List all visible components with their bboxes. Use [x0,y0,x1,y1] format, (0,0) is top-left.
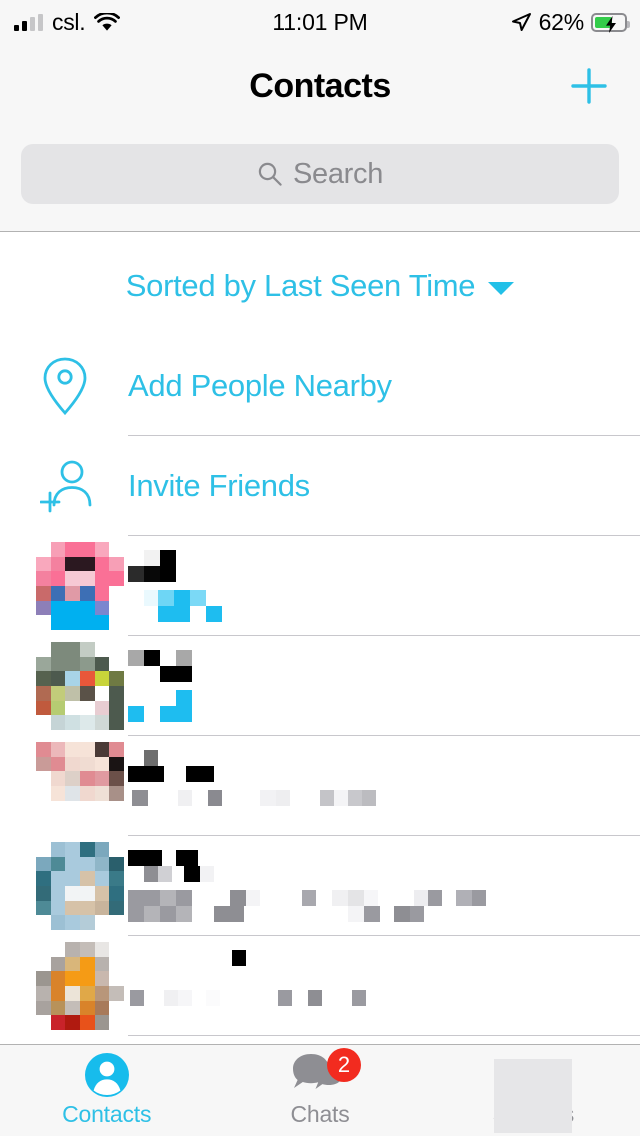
tab-contacts-icon-wrap [84,1053,130,1097]
avatar [36,642,124,730]
search-placeholder: Search [292,157,384,190]
sort-label: Sorted by Last Seen Time [125,268,476,303]
redacted-pixel-row [128,650,192,666]
redacted-pixel-row [128,950,246,966]
tab-bar: Contacts 2 Chats Settings [0,1044,640,1136]
redacted-pixel-row [128,606,222,622]
status-bar: csl. 11:01 PM 62% [0,0,640,44]
page-title: Contacts [249,66,391,105]
redacted-pixel-row [128,706,192,722]
navigation-bar: Contacts Search [0,44,640,232]
contact-row[interactable] [0,536,640,636]
chevron-down-icon [488,281,515,295]
location-arrow-icon [511,13,531,31]
status-bar-right: 62% [510,0,630,44]
tab-chats-icon-wrap: 2 [292,1048,361,1097]
tab-chats[interactable]: 2 Chats [213,1045,426,1136]
battery-icon [591,12,630,33]
search-icon [258,162,282,186]
redacted-pixel-row [128,666,192,682]
redacted-pixel-row [128,766,214,782]
tab-settings[interactable]: Settings [427,1045,640,1136]
redacted-pixel-row [128,850,198,866]
gear-icon [494,1059,573,1133]
redacted-pixel-row [128,690,192,706]
invite-friends-label: Invite Friends [128,468,310,503]
add-contact-button[interactable] [566,63,612,109]
contact-row[interactable] [0,936,640,1036]
avatar [36,542,124,630]
contact-row[interactable] [0,736,640,836]
redacted-pixel-row [128,750,174,766]
redacted-pixel-row [128,590,206,606]
contact-row[interactable] [0,636,640,736]
person-circle-icon [84,1053,129,1097]
redacted-pixel-row [128,790,376,806]
avatar [36,742,124,830]
redacted-pixel-row [128,566,176,582]
tab-chats-label: Chats [290,1101,350,1127]
add-people-nearby-label: Add People Nearby [128,368,392,403]
redacted-pixel-row [128,550,176,566]
tab-contacts-label: Contacts [62,1101,152,1127]
sort-selector[interactable]: Sorted by Last Seen Time [0,255,640,317]
redacted-pixel-row [128,906,424,922]
invite-friends-row[interactable]: Invite Friends [0,436,640,536]
chats-unread-badge: 2 [326,1048,361,1082]
redacted-pixel-row [128,866,214,882]
row-divider [128,1035,640,1036]
search-input[interactable]: Search [21,144,619,204]
tab-contacts[interactable]: Contacts [0,1045,213,1136]
person-add-icon [40,460,92,513]
battery-percent-label: 62% [538,8,585,35]
charging-bolt-icon [606,15,616,33]
avatar [36,942,124,1030]
plus-icon [571,68,607,104]
redacted-pixel-row [128,990,366,1006]
clock-label: 11:01 PM [272,8,368,35]
contact-row[interactable] [0,836,640,936]
add-people-nearby-row[interactable]: Add People Nearby [0,336,640,436]
redacted-pixel-row [128,890,486,906]
location-pin-icon [43,357,87,416]
avatar [36,842,124,930]
